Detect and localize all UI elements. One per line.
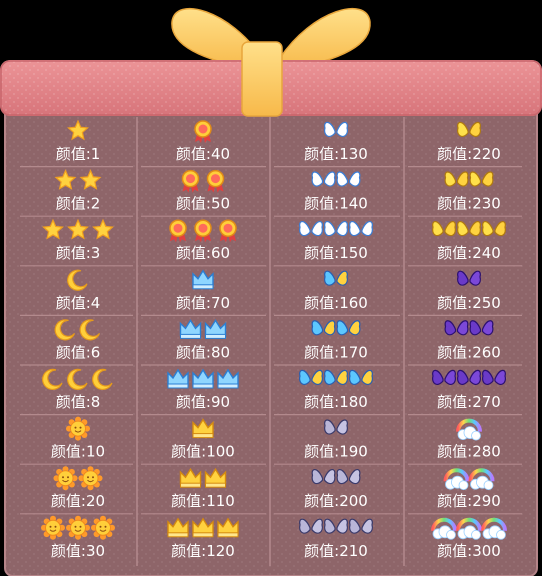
level-cell: 颜值:30: [41, 515, 115, 560]
level-label: 颜值:140: [304, 195, 368, 213]
sun-icon: [66, 416, 90, 441]
sun-icon: [91, 515, 115, 540]
level-label: 颜值:230: [437, 195, 501, 213]
level-label: 颜值:160: [304, 294, 368, 312]
level-label: 颜值:250: [437, 294, 501, 312]
level-label: 颜值:280: [437, 443, 501, 461]
level-label: 颜值:180: [304, 393, 368, 411]
level-label: 颜值:120: [171, 542, 235, 560]
level-label: 颜值:50: [176, 195, 230, 213]
level-label: 颜值:60: [176, 244, 230, 262]
level-label: 颜值:6: [56, 343, 101, 361]
level-label: 颜值:240: [437, 244, 501, 262]
level-label: 颜值:1: [56, 145, 101, 163]
level-label: 颜值:150: [304, 244, 368, 262]
sun-icon: [78, 466, 103, 491]
level-label: 颜值:290: [437, 492, 501, 510]
level-label: 颜值:200: [304, 492, 368, 510]
sun-icon: [41, 515, 65, 540]
level-label: 颜值:270: [437, 393, 501, 411]
level-label: 颜值:2: [56, 195, 101, 213]
level-label: 颜值:210: [304, 542, 368, 560]
level-label: 颜值:4: [56, 294, 101, 312]
level-label: 颜值:130: [304, 145, 368, 163]
level-label: 颜值:260: [437, 343, 501, 361]
ribbon-strap: [241, 41, 283, 117]
level-label: 颜值:190: [304, 443, 368, 461]
sun-icon: [66, 515, 90, 540]
level-label: 颜值:10: [51, 443, 105, 461]
level-label: 颜值:110: [171, 492, 235, 510]
level-label: 颜值:300: [437, 542, 501, 560]
level-label: 颜值:30: [51, 542, 105, 560]
sun-icon: [53, 466, 78, 491]
level-label: 颜值:20: [51, 492, 105, 510]
level-label: 颜值:170: [304, 343, 368, 361]
level-label: 颜值:220: [437, 145, 501, 163]
level-label: 颜值:8: [56, 393, 101, 411]
level-label: 颜值:90: [176, 393, 230, 411]
level-label: 颜值:80: [176, 343, 230, 361]
level-label: 颜值:70: [176, 294, 230, 312]
level-label: 颜值:100: [171, 443, 235, 461]
level-label: 颜值:3: [56, 244, 101, 262]
gift-box-level-chart: 颜值:1 颜值:40 颜值:130 颜值:220 颜值:2 颜值:50 颜值:140 颜值:2…: [0, 7, 542, 576]
level-label: 颜值:40: [176, 145, 230, 163]
